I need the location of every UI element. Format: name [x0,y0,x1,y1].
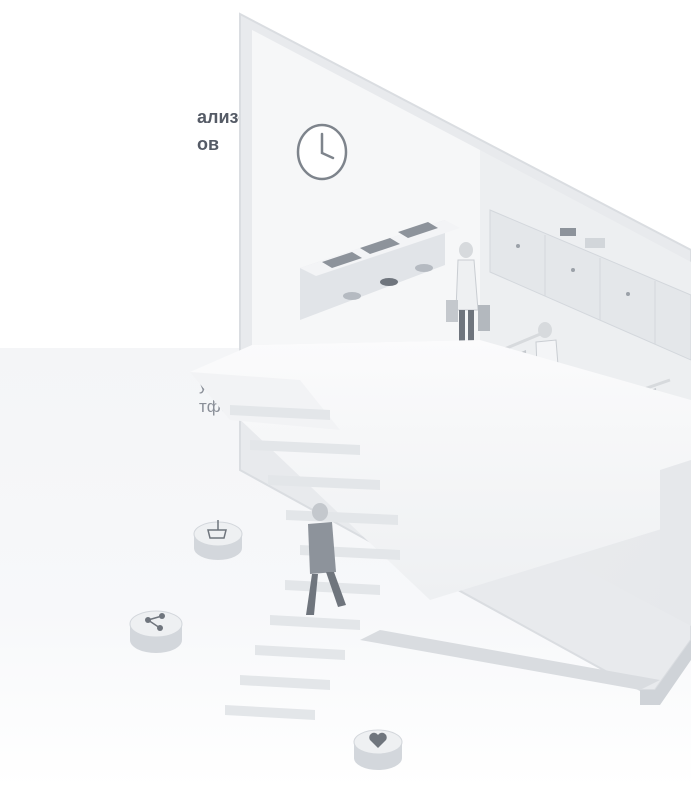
clock-icon [296,123,348,181]
promo-section: ализовать ов утером тфона [0,0,691,788]
cart-download-icon [193,520,243,560]
share-icon [129,610,183,653]
heart-icon [353,729,403,770]
online-store-illustration [129,12,691,770]
